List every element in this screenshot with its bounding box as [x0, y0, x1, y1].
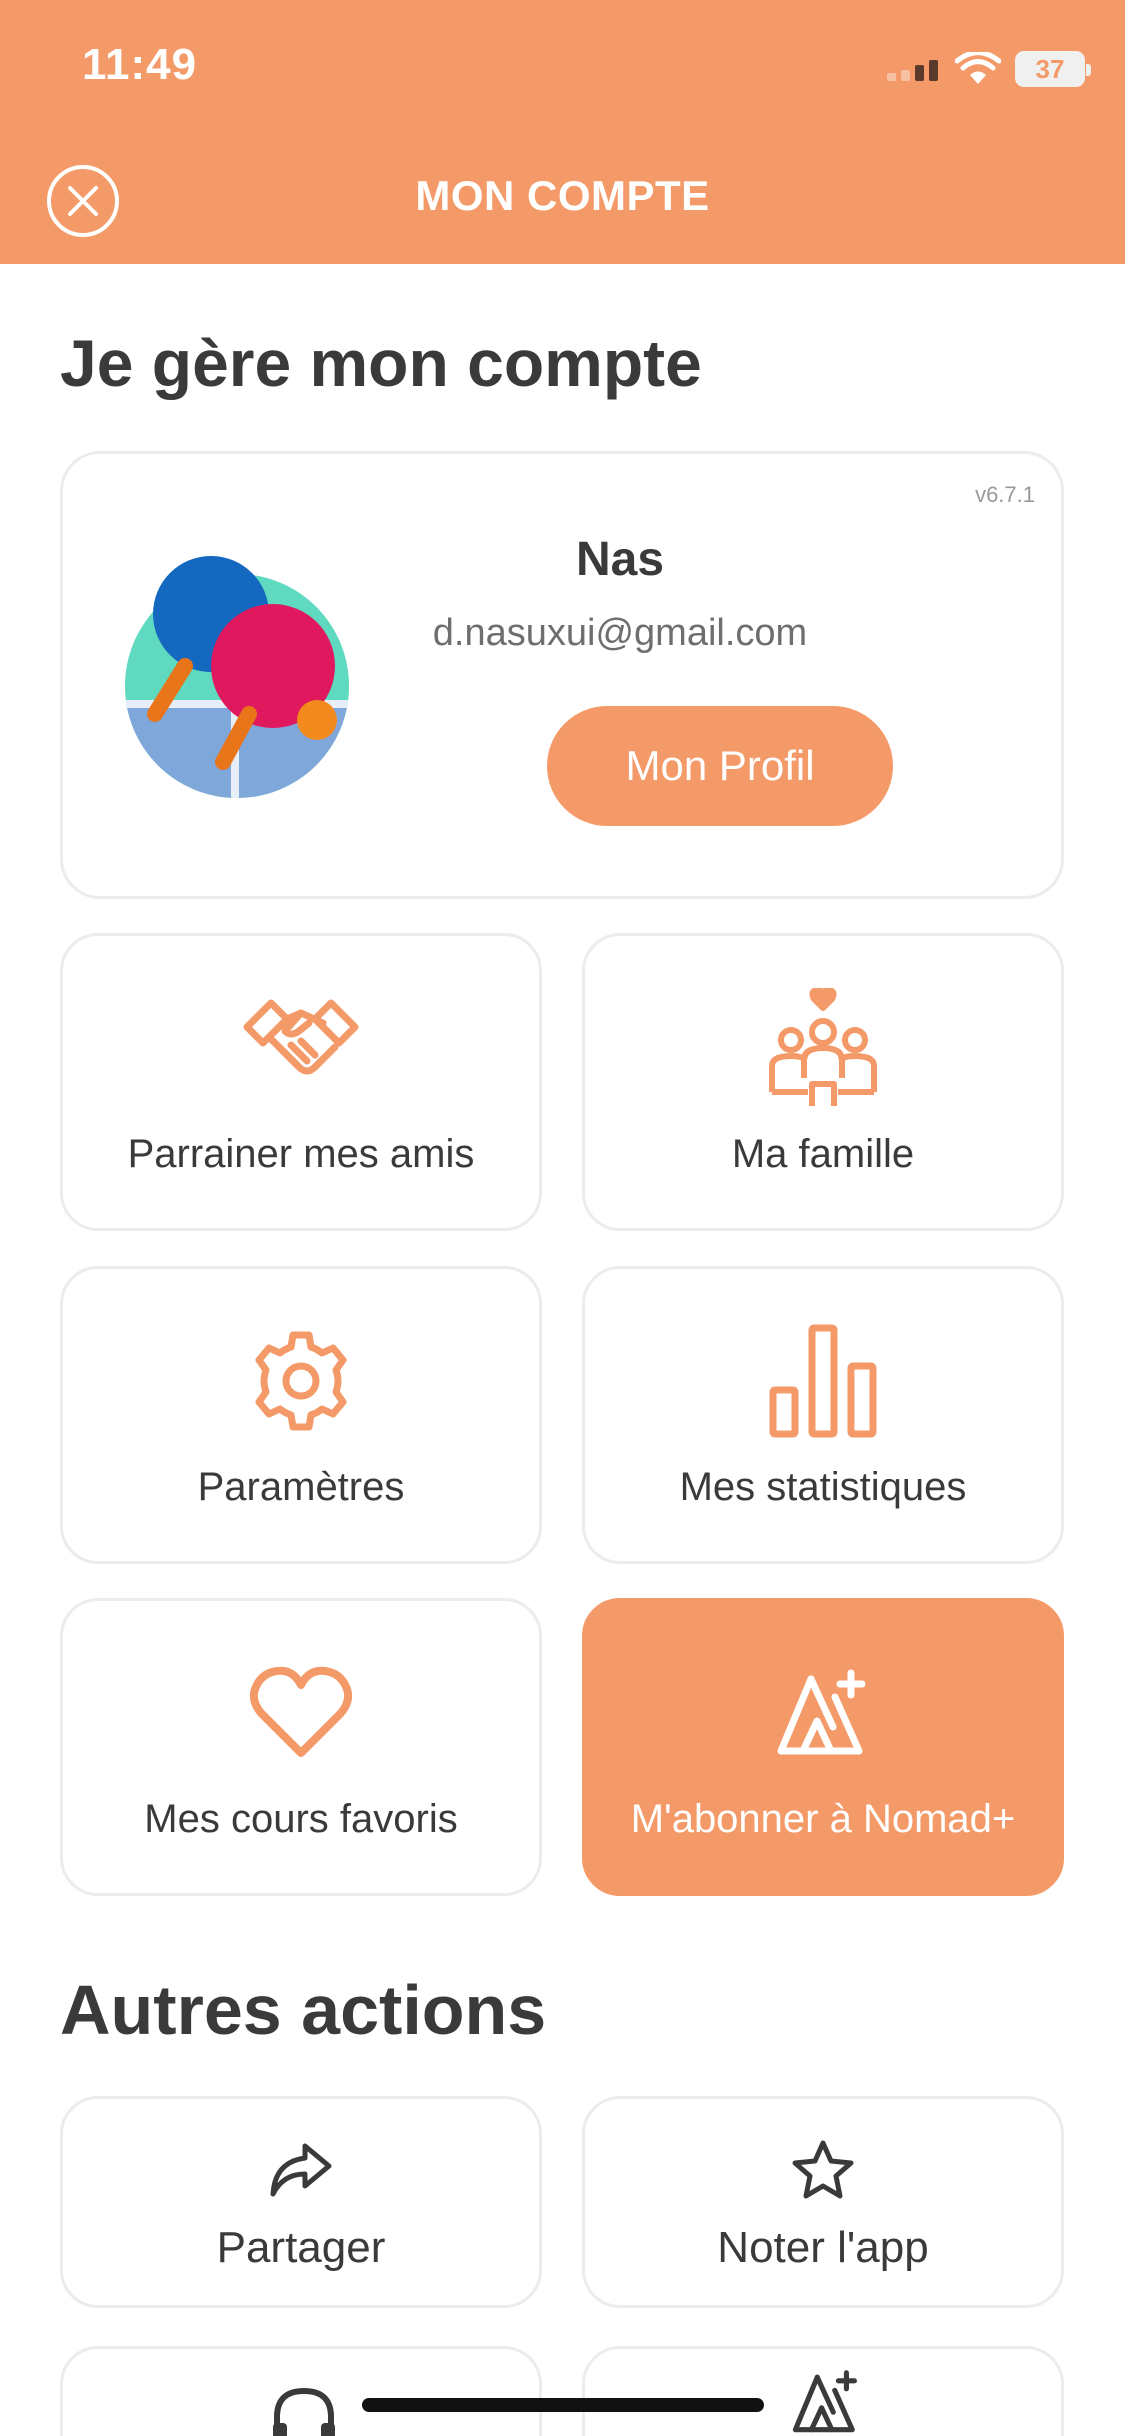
status-time: 11:49 [82, 40, 198, 89]
nomad-plus-icon [763, 1653, 883, 1773]
share-icon [266, 2135, 336, 2205]
battery-icon: 37 [1015, 51, 1091, 87]
section-title-account: Je gère mon compte [60, 326, 702, 400]
share-button[interactable]: Partager [60, 2096, 542, 2308]
profile-card: v6.7.1 Nas d.nasuxui@gmail.com Mon Profi… [60, 451, 1064, 899]
rate-app-label: Noter l'app [717, 2223, 929, 2272]
tile-label: Parrainer mes amis [127, 1132, 475, 1176]
battery-level: 37 [1035, 53, 1065, 84]
profile-email: d.nasuxui@gmail.com [432, 612, 808, 654]
tile-label: Ma famille [731, 1132, 915, 1176]
header-bar: 11:49 37 MON COMPTE [0, 0, 1125, 264]
tile-family[interactable]: Ma famille [582, 933, 1064, 1231]
handshake-icon [241, 988, 361, 1108]
tile-favorites[interactable]: Mes cours favoris [60, 1598, 542, 1896]
headset-icon [273, 2387, 335, 2436]
section-title-other-actions: Autres actions [60, 1971, 547, 2049]
my-profile-button[interactable]: Mon Profil [547, 706, 893, 826]
bar-chart-icon [763, 1321, 883, 1441]
tile-label: Paramètres [197, 1465, 405, 1509]
nomad-plus-icon [792, 2370, 857, 2433]
signal-icon [887, 60, 938, 81]
wifi-icon [955, 52, 1001, 84]
tile-label: M'abonner à Nomad+ [630, 1797, 1016, 1841]
support-button[interactable] [60, 2346, 542, 2436]
rate-app-button[interactable]: Noter l'app [582, 2096, 1064, 2308]
tile-settings[interactable]: Paramètres [60, 1266, 542, 1564]
avatar [125, 556, 349, 798]
page-title: MON COMPTE [415, 172, 710, 219]
tile-referral[interactable]: Parrainer mes amis [60, 933, 542, 1231]
family-icon [763, 988, 883, 1108]
home-indicator[interactable] [362, 2398, 764, 2412]
tile-label: Mes statistiques [679, 1465, 967, 1509]
heart-icon [241, 1653, 361, 1773]
gear-icon [241, 1321, 361, 1441]
profile-name: Nas [575, 533, 665, 586]
tile-label: Mes cours favoris [144, 1797, 458, 1841]
status-icons: 37 [887, 48, 1091, 90]
share-label: Partager [216, 2223, 386, 2272]
nomad-plus-action-button[interactable] [582, 2346, 1064, 2436]
tile-statistics[interactable]: Mes statistiques [582, 1266, 1064, 1564]
tile-subscribe-nomad-plus[interactable]: M'abonner à Nomad+ [582, 1598, 1064, 1896]
star-icon [788, 2135, 858, 2205]
app-version: v6.7.1 [975, 482, 1035, 507]
